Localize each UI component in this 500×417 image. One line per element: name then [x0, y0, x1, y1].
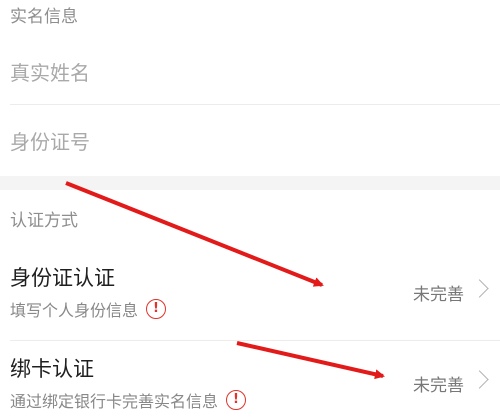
annotation-arrow [65, 181, 324, 287]
annotation-arrow [236, 341, 385, 380]
annotation-arrows [65, 181, 385, 380]
realname-auth-page: 实名信息 真实姓名 身份证号 认证方式 身份证认证 填写个人身份信息 ! 未完善… [0, 0, 500, 417]
